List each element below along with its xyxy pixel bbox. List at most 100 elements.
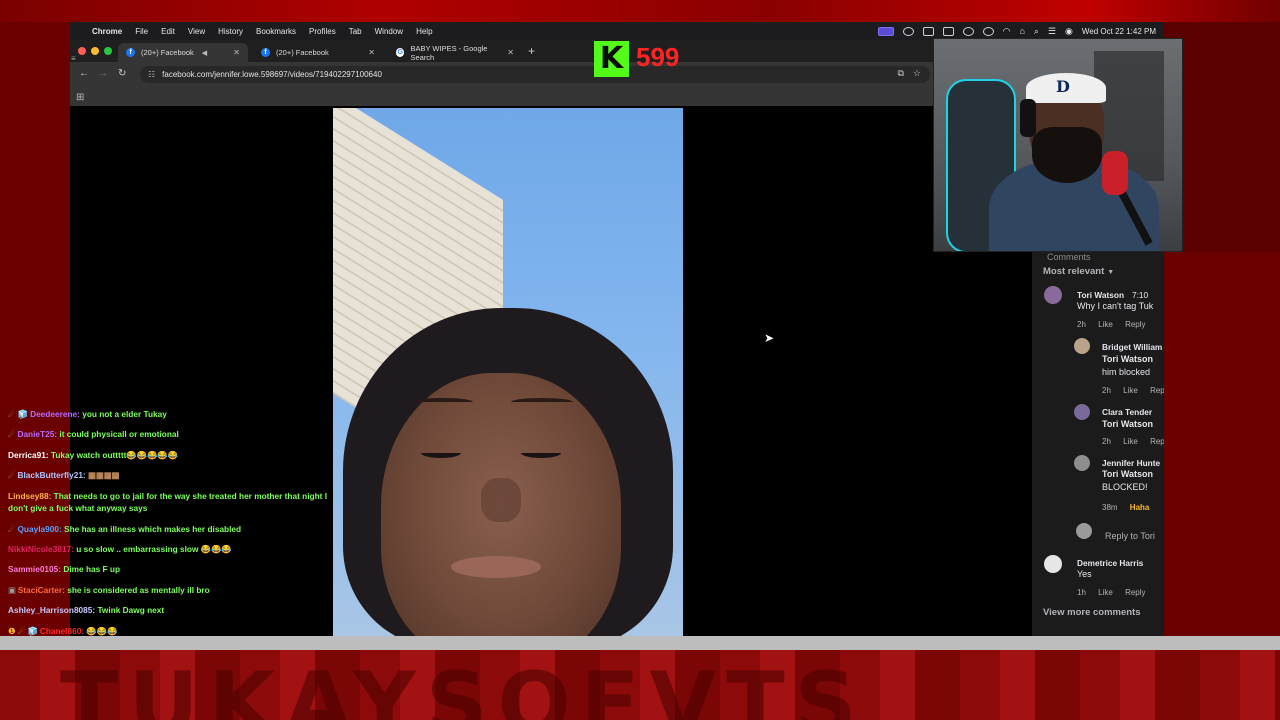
chat-username: Deedeerene: — [30, 409, 80, 419]
menu-app-name[interactable]: Chrome — [92, 27, 122, 36]
avatar[interactable] — [1044, 555, 1062, 573]
mention-link[interactable]: Tori Watson — [1102, 354, 1153, 364]
menu-view[interactable]: View — [188, 27, 205, 36]
video-player[interactable] — [333, 108, 683, 636]
chat-message: ☄ Quayla900: She has an illness which mak… — [8, 519, 328, 539]
menu-file[interactable]: File — [135, 27, 148, 36]
tab-title: (20+) Facebook — [141, 48, 194, 57]
chat-username: NikkiNicole3817: — [8, 544, 74, 555]
comment-author-name[interactable]: Tori Watson — [1077, 290, 1124, 300]
close-tab-icon[interactable]: ✕ — [233, 48, 240, 57]
like-button[interactable]: Like — [1098, 588, 1113, 597]
apps-grid-icon[interactable]: ⊞ — [76, 92, 84, 103]
avatar[interactable] — [1074, 338, 1090, 354]
minimize-window-button[interactable] — [91, 47, 99, 55]
mention-link[interactable]: Tori Watson — [1102, 419, 1153, 429]
forward-arrow-icon[interactable]: → — [98, 68, 108, 79]
comments-sort-dropdown[interactable]: Most relevant ▼ — [1043, 266, 1114, 277]
lock-icon[interactable]: ⌂ — [1019, 26, 1024, 36]
overlay-right-border — [1164, 252, 1280, 636]
chat-message: NikkiNicole3817: u so slow .. embarrassi… — [8, 539, 328, 559]
chat-message: Sammie0105: Dime has F up — [8, 559, 328, 579]
chat-text: Twink Dawg next — [97, 605, 165, 616]
mention-link[interactable]: Tori Watson — [1102, 469, 1153, 479]
bookmark-star-icon[interactable]: ☆ — [913, 68, 921, 79]
chat-text: it could physicall or emotional — [59, 429, 179, 440]
reaction-haha[interactable]: Haha — [1130, 503, 1150, 512]
menu-edit[interactable]: Edit — [161, 27, 175, 36]
chat-message: ☄ 🧊 Deedeerene: you not a elder Tukay — [8, 404, 328, 424]
comment-author-name[interactable]: Jennifer Hunte — [1102, 458, 1160, 468]
like-button[interactable]: Like — [1123, 437, 1138, 446]
chat-message: ❶ ☄ 🧊 Chanel860: 😂😂😂 — [8, 621, 328, 641]
reply-input[interactable]: Reply to Tori — [1105, 531, 1155, 541]
comment-author-name[interactable]: Bridget William — [1102, 342, 1162, 352]
view-more-comments-link[interactable]: View more comments — [1043, 607, 1141, 618]
video-frame-brow — [511, 398, 573, 406]
reply-button[interactable]: Reply — [1125, 588, 1145, 597]
status-icon[interactable] — [962, 26, 974, 36]
menu-history[interactable]: History — [218, 27, 243, 36]
chat-badge: ☄ — [8, 429, 16, 440]
webcam-streamer-beard — [1032, 127, 1102, 183]
overlay-top-border — [0, 0, 1280, 22]
close-tab-icon[interactable]: ✕ — [368, 48, 375, 57]
chat-username: DanieT25: — [17, 429, 58, 440]
menu-help[interactable]: Help — [416, 27, 432, 36]
kick-counter: 599 — [636, 42, 680, 72]
comment-age: 2h — [1077, 320, 1086, 329]
avatar[interactable] — [1044, 286, 1062, 304]
picture-in-picture-icon[interactable]: ⧉ — [897, 68, 903, 79]
avatar[interactable] — [1074, 404, 1090, 420]
tab-facebook-active[interactable]: f (20+) Facebook ◀ ✕ — [118, 43, 248, 62]
reply-button[interactable]: Rep — [1150, 437, 1164, 446]
zoom-window-button[interactable] — [104, 47, 112, 55]
overlay-brand-text: TUKAYSOEVTS — [60, 654, 867, 720]
menu-bookmarks[interactable]: Bookmarks — [256, 27, 296, 36]
avatar[interactable] — [1074, 455, 1090, 471]
speaker-icon[interactable]: ◀ — [202, 49, 207, 57]
siri-icon[interactable]: ◉ — [1065, 26, 1073, 37]
comment-author-name[interactable]: Clara Tender — [1102, 407, 1152, 417]
status-icon[interactable] — [902, 26, 914, 36]
menu-tab[interactable]: Tab — [349, 27, 362, 36]
browser-toolbar: ← → ↻ ☷ facebook.com/jennifer.lowe.59869… — [70, 62, 933, 88]
screen-record-icon[interactable] — [877, 26, 894, 36]
search-icon[interactable]: ⌕ — [1034, 26, 1039, 37]
tab-facebook[interactable]: f (20+) Facebook ✕ — [253, 43, 383, 62]
chat-username: StaciCarter: — [17, 584, 65, 595]
reply-button[interactable]: Rep — [1150, 386, 1164, 395]
comment-author-name[interactable]: Demetrice Harris — [1077, 558, 1143, 568]
status-icon[interactable] — [942, 26, 954, 36]
address-bar[interactable]: ☷ facebook.com/jennifer.lowe.598697/vide… — [140, 66, 930, 83]
menu-window[interactable]: Window — [375, 27, 403, 36]
facebook-icon: f — [126, 48, 135, 57]
comment-author[interactable]: Tori Watson 7:10 — [1077, 290, 1148, 300]
reply-button[interactable]: Reply — [1125, 320, 1145, 329]
like-button[interactable]: Like — [1123, 386, 1138, 395]
chat-username: BlackButterfly21: — [17, 470, 86, 481]
back-arrow-icon[interactable]: ← — [79, 68, 89, 79]
comment-mention: Tori Watson — [1102, 418, 1153, 431]
close-window-button[interactable] — [78, 47, 86, 55]
reload-icon[interactable]: ↻ — [118, 68, 126, 79]
chat-text: she is considered as mentally ill bro — [67, 584, 210, 595]
like-button[interactable]: Like — [1098, 320, 1113, 329]
chat-username: Lindsey88: — [8, 490, 52, 501]
site-info-icon[interactable]: ☷ — [148, 70, 155, 79]
status-icon[interactable] — [982, 26, 994, 36]
control-center-icon[interactable]: ☰ — [1048, 26, 1056, 37]
chat-username: Ashley_Harrison8085: — [8, 605, 96, 616]
streamer-webcam: D — [933, 38, 1183, 252]
tab-google-search[interactable]: G BABY WIPES - Google Search ✕ — [388, 43, 522, 62]
chat-username: Derrica91: — [8, 449, 49, 460]
menubar-clock[interactable]: Wed Oct 22 1:42 PM — [1082, 27, 1156, 36]
comment-text: BLOCKED! — [1102, 482, 1148, 492]
new-tab-button[interactable]: + — [528, 44, 535, 58]
status-icon[interactable] — [922, 26, 934, 36]
close-tab-icon[interactable]: ✕ — [507, 48, 514, 57]
overlay-bottom-banner: TUKAYSOEVTS — [0, 650, 1280, 720]
menu-profiles[interactable]: Profiles — [309, 27, 336, 36]
wifi-icon[interactable]: ◠ — [1003, 26, 1011, 37]
comment-actions: 1h Like Reply — [1077, 588, 1156, 597]
